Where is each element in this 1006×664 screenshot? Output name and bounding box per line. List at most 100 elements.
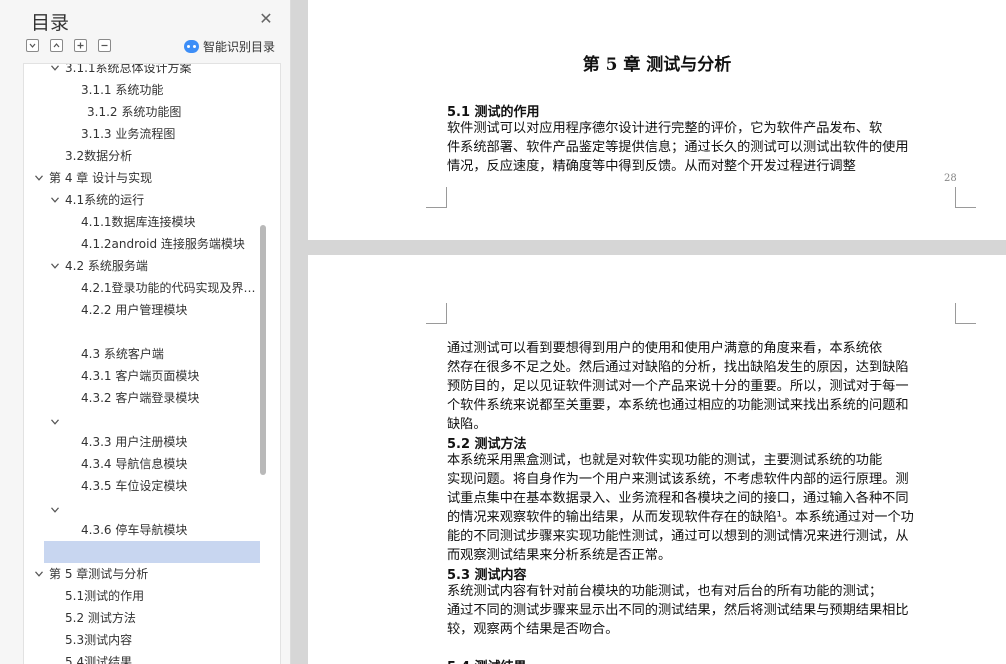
toc-item[interactable]: 5.4测试结果	[24, 651, 262, 664]
toc-item[interactable]: 4.1.1数据库连接模块	[24, 211, 262, 233]
text-line: 的情况来观察软件的输出结果，从而发现软件存在的缺陷¹。本系统通过对一个功	[447, 510, 914, 525]
expand-all-icon[interactable]	[50, 39, 63, 52]
toc-item-label: 4.3.5 车位设定模块	[81, 479, 188, 493]
toc-item[interactable]: 4.2.1登录功能的代码实现及界面展示	[24, 277, 262, 299]
toc-item-label: 3.1.1系统总体设计方案	[65, 63, 192, 75]
text-line: 而观察测试结果来分析系统是否正常。	[447, 548, 672, 563]
toc-item[interactable]: 第 4 章 设计与实现	[24, 167, 262, 189]
chevron-down-icon[interactable]	[35, 571, 43, 577]
toc-item[interactable]: 4.2 系统服务端	[24, 255, 262, 277]
text-line: 能的不同测试步骤来实现功能性测试，通过可以想到的测试情况来进行测试，从	[447, 529, 909, 544]
chevron-down-icon[interactable]	[51, 263, 59, 269]
page-number: 28	[944, 173, 957, 184]
toc-item[interactable]: 4.2.2 用户管理模块	[24, 299, 262, 321]
toc-item[interactable]: 5.2 测试方法	[24, 607, 262, 629]
crop-mark	[426, 303, 447, 324]
toc-item[interactable]: 4.3.1 客户端页面模块	[24, 365, 262, 387]
paragraph: 本系统采用黑盒测试，也就是对软件实现功能的测试，主要测试系统的功能 实现问题。将…	[447, 451, 955, 565]
toc-item-label: 4.3.4 导航信息模块	[81, 457, 188, 471]
toc-item-label: 4.2.2 用户管理模块	[81, 303, 188, 317]
paragraph: 通过测试可以看到要想得到用户的使用和使用户满意的角度来看，本系统依 然存在很多不…	[447, 339, 955, 434]
text-line: 较，观察两个结果是否吻合。	[447, 622, 619, 637]
document-page: 通过测试可以看到要想得到用户的使用和使用户满意的角度来看，本系统依 然存在很多不…	[308, 255, 1006, 664]
text-line: 缺陷。	[447, 417, 487, 432]
toc-list: 3.1.1系统总体设计方案 3.1.1 系统功能 3.1.2 系统功能图 3.1.3 …	[23, 63, 281, 664]
text-line: 本系统采用黑盒测试，也就是对软件实现功能的测试，主要测试系统的功能	[447, 453, 883, 468]
text-line: 实现问题。将自身作为一个用户来测试该系统，不考虑软件内部的运行原理。测	[447, 472, 909, 487]
chevron-down-icon[interactable]	[51, 419, 59, 425]
toc-item[interactable]: 3.1.1 系统功能	[24, 79, 262, 101]
toc-sidebar: 目录 ✕ 智能识别目录 3.1.1系统总体设计方案 3.1.1 系统功能 3.1.2…	[0, 0, 291, 664]
chevron-down-icon[interactable]	[51, 65, 59, 71]
text-line: 情况，反应速度，精确度等中得到反馈。从而对整个开发过程进行调整	[447, 159, 856, 174]
paragraph: 软件测试可以对应用程序德尔设计进行完整的评价，它为软件产品发布、软 件系统部署、…	[447, 119, 955, 176]
toc-item-label: 4.3.6 停车导航模块	[81, 523, 188, 537]
chapter-title: 第 5 章 测试与分析	[582, 55, 732, 75]
crop-mark	[426, 187, 447, 208]
toc-item[interactable]: 第 5 章测试与分析	[24, 563, 262, 585]
toc-item-label: 3.1.1 系统功能	[81, 83, 164, 97]
toc-item-label: 4.2.1登录功能的代码实现及界面展示	[81, 281, 262, 295]
toc-item-label: 3.2数据分析	[65, 149, 133, 163]
section-heading: 5.1 测试的作用	[447, 105, 540, 120]
chevron-down-icon[interactable]	[35, 175, 43, 181]
add-heading-icon[interactable]	[74, 39, 87, 52]
section-heading: 5.2 测试方法	[447, 437, 527, 452]
toc-item-label: 3.1.3 业务流程图	[81, 127, 176, 141]
remove-heading-icon[interactable]	[98, 39, 111, 52]
text-line: 系统测试内容有针对前台模块的功能测试，也有对后台的所有功能的测试；	[447, 584, 883, 599]
text-line: 通过不同的测试步骤来显示出不同的测试结果，然后将测试结果与预期结果相比	[447, 603, 909, 618]
ai-icon	[184, 39, 199, 53]
toc-item[interactable]: 5.1测试的作用	[24, 585, 262, 607]
toc-item-label: 5.4测试结果	[65, 655, 133, 664]
crop-mark	[955, 303, 976, 324]
toc-item[interactable]	[24, 411, 262, 433]
toc-item[interactable]: 3.2数据分析	[24, 145, 262, 167]
section-heading: 5.4 测试结果	[447, 656, 527, 664]
toc-item[interactable]	[24, 321, 262, 343]
document-page: 第 5 章 测试与分析 5.1 测试的作用 软件测试可以对应用程序德尔设计进行完…	[308, 0, 1006, 240]
toc-item[interactable]: 4.3.3 用户注册模块	[24, 431, 262, 453]
text-line: 软件测试可以对应用程序德尔设计进行完整的评价，它为软件产品发布、软	[447, 121, 883, 136]
toc-item[interactable]: 3.1.1系统总体设计方案	[24, 63, 262, 79]
toc-item-label: 4.3.2 客户端登录模块	[81, 391, 200, 405]
toc-item-label: 5.2 测试方法	[65, 611, 136, 625]
toc-item-label: 5.3测试内容	[65, 633, 133, 647]
toc-item[interactable]: 4.3.4 导航信息模块	[24, 453, 262, 475]
smart-recognize-button[interactable]: 智能识别目录	[184, 38, 275, 54]
toc-item[interactable]	[24, 499, 262, 521]
toc-item-label: 4.1.1数据库连接模块	[81, 215, 196, 229]
paragraph: 系统测试内容有针对前台模块的功能测试，也有对后台的所有功能的测试； 通过不同的测…	[447, 582, 955, 639]
document-view: 第 5 章 测试与分析 5.1 测试的作用 软件测试可以对应用程序德尔设计进行完…	[291, 0, 1006, 664]
toc-item-label: 4.3.1 客户端页面模块	[81, 369, 200, 383]
close-icon[interactable]: ✕	[257, 10, 275, 28]
crop-mark	[955, 187, 976, 208]
toc-item[interactable]: 4.1系统的运行	[24, 189, 262, 211]
text-line: 预防目的，足以见证软件测试对一个产品来说十分的重要。所以，测试对于每一	[447, 379, 909, 394]
toc-scrollbar[interactable]	[260, 225, 266, 475]
text-line: 件系统部署、软件产品鉴定等提供信息；通过长久的测试可以测试出软件的使用	[447, 140, 909, 155]
toc-item-label: 3.1.2 系统功能图	[87, 105, 182, 119]
sidebar-title: 目录	[31, 12, 70, 34]
toc-item-label: 4.1系统的运行	[65, 193, 145, 207]
text-line: 然存在很多不足之处。然后通过对缺陷的分析，找出缺陷发生的原因，达到缺陷	[447, 360, 909, 375]
text-line: 通过测试可以看到要想得到用户的使用和使用户满意的角度来看，本系统依	[447, 341, 883, 356]
toc-item[interactable]: 3.1.3 业务流程图	[24, 123, 262, 145]
toc-item-label: 4.3 系统客户端	[81, 347, 164, 361]
toc-item[interactable]: 4.3.6 停车导航模块	[24, 519, 262, 541]
toc-item-label: 4.1.2android 连接服务端模块	[81, 237, 245, 251]
chevron-down-icon[interactable]	[51, 507, 59, 513]
section-heading: 5.3 测试内容	[447, 568, 527, 583]
toc-item-selected[interactable]	[44, 541, 260, 563]
chevron-down-icon[interactable]	[51, 197, 59, 203]
collapse-all-icon[interactable]	[26, 39, 39, 52]
smart-recognize-label: 智能识别目录	[203, 39, 276, 54]
toc-item[interactable]: 4.3 系统客户端	[24, 343, 262, 365]
toc-item-label: 4.2 系统服务端	[65, 259, 148, 273]
toc-item[interactable]: 4.3.2 客户端登录模块	[24, 387, 262, 409]
toc-item[interactable]: 4.1.2android 连接服务端模块	[24, 233, 262, 255]
toc-item[interactable]: 5.3测试内容	[24, 629, 262, 651]
toc-item[interactable]: 4.3.5 车位设定模块	[24, 475, 262, 497]
text-line: 个软件系统来说都至关重要，本系统也通过相应的功能测试来找出系统的问题和	[447, 398, 909, 413]
toc-item[interactable]: 3.1.2 系统功能图	[24, 101, 262, 123]
